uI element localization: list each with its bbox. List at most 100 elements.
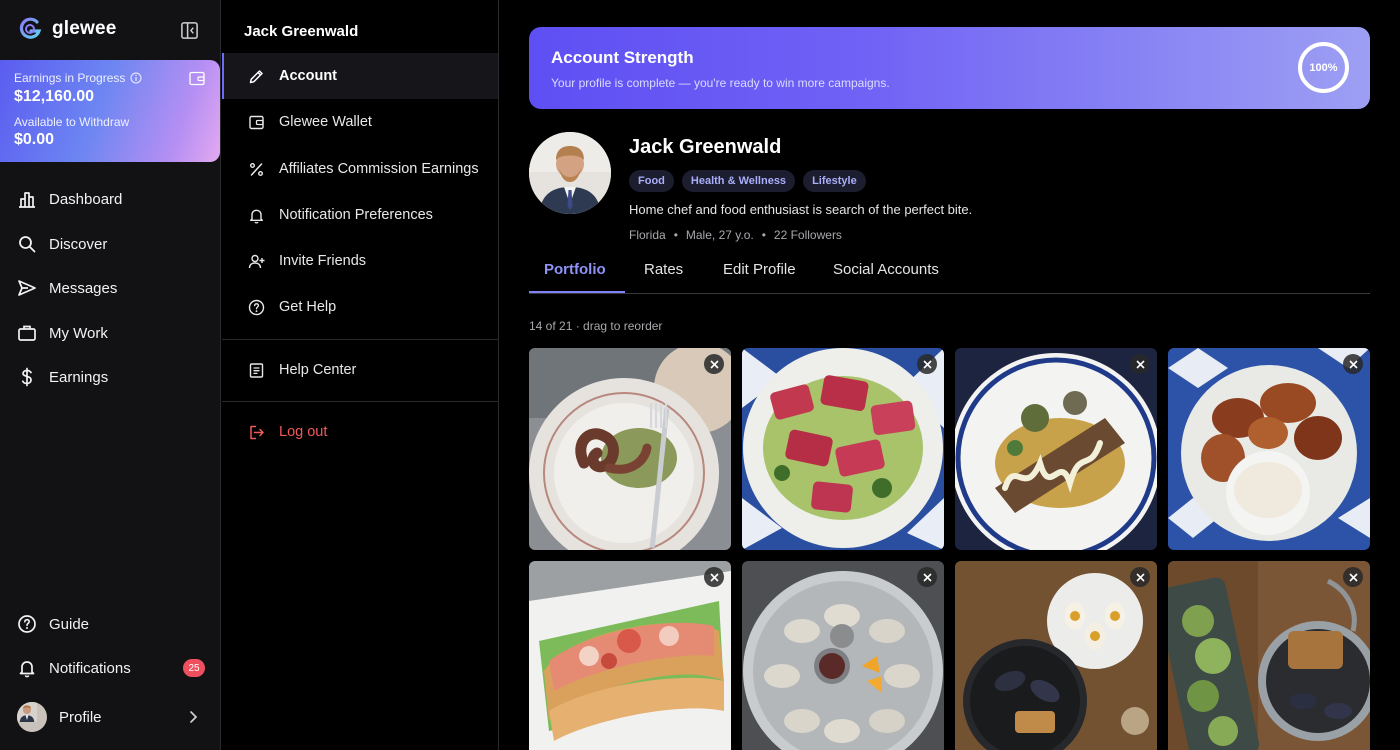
close-icon [922,359,932,369]
profile-bio: Home chef and food enthusiast is search … [629,202,973,217]
glewee-logo-icon [19,17,42,39]
tag-lifestyle: Lifestyle [803,170,866,192]
profile-tabs: Portfolio Rates Edit Profile Social Acco… [529,258,1370,294]
photo-lobster-roll [529,561,731,750]
available-to-withdraw-label: Available to Withdraw [14,115,130,129]
dollar-icon [21,367,32,387]
earnings-card[interactable]: Earnings in Progress $12,160.00 Availabl… [0,60,220,162]
portfolio-photo[interactable] [742,348,944,550]
portfolio-count: 14 of 21 · drag to reorder [529,319,663,333]
settings-item-glewee-wallet[interactable]: Glewee Wallet [222,99,498,145]
remove-photo-button[interactable] [1343,567,1363,587]
settings-label-affiliates-commission: Affiliates Commission Earnings [279,161,479,177]
avatar [17,702,47,732]
nav-item-discover[interactable]: Discover [17,232,107,256]
collapse-sidebar-icon[interactable] [180,21,199,40]
earnings-in-progress-label: Earnings in Progress [14,71,142,85]
remove-photo-button[interactable] [1130,567,1150,587]
remove-photo-button[interactable] [1343,354,1363,374]
photo-fish-with-sauce [955,348,1157,550]
logout-button[interactable]: Log out [222,409,498,455]
pencil-icon [249,69,263,83]
earnings-in-progress-value: $12,160.00 [14,88,95,105]
remove-photo-button[interactable] [704,567,724,587]
nav-item-dashboard[interactable]: Dashboard [17,187,122,211]
notifications-count-badge: 25 [183,659,205,677]
nav-item-earnings[interactable]: Earnings [17,365,108,389]
logout-icon [250,425,264,439]
photo-salad-and-mussels [1168,561,1370,750]
close-icon [1135,359,1145,369]
settings-item-help-center[interactable]: Help Center [222,347,498,393]
tab-portfolio[interactable]: Portfolio [544,261,606,278]
portfolio-photo[interactable] [742,561,944,750]
remove-photo-button[interactable] [1130,354,1150,374]
account-strength-banner: Account Strength Your profile is complet… [529,27,1370,109]
nav-item-my-work[interactable]: My Work [17,321,108,345]
remove-photo-button[interactable] [704,354,724,374]
wallet-icon [249,115,264,129]
settings-item-get-help[interactable]: Get Help [222,284,498,330]
portfolio-photo[interactable] [955,348,1157,550]
account-strength-progress-ring: 100% [1298,42,1349,93]
bar-chart-icon [19,192,35,208]
avatar-image [17,702,37,722]
percent-icon [250,162,263,176]
nav-label-my-work: My Work [49,324,108,342]
nav-item-profile[interactable]: Profile [17,702,102,732]
photo-tuna-crudo [742,348,944,550]
settings-title: Jack Greenwald [244,23,359,40]
profile-followers: 22 Followers [773,228,842,242]
bell-icon [19,661,35,678]
remove-photo-button[interactable] [917,567,937,587]
close-icon [1348,359,1358,369]
settings-label-notification-preferences: Notification Preferences [279,207,433,223]
settings-label-invite-friends: Invite Friends [279,253,367,269]
portfolio-photo[interactable] [1168,561,1370,750]
wallet-icon[interactable] [189,71,205,86]
settings-divider [222,339,498,340]
portfolio-photo[interactable] [529,348,731,550]
tag-food: Food [629,170,674,192]
tab-social-accounts[interactable]: Social Accounts [833,261,939,278]
tab-rates[interactable]: Rates [644,261,683,278]
brand-name: glewee [52,18,117,39]
settings-label-glewee-wallet: Glewee Wallet [279,114,372,130]
nav-item-messages[interactable]: Messages [17,276,117,300]
close-icon [922,572,932,582]
settings-item-account[interactable]: Account [222,53,498,99]
left-sidebar: glewee Earnings in Progress $12,160.00 A… [0,0,221,750]
meta-separator: • [673,228,678,242]
nav-label-notifications: Notifications [49,659,131,677]
nav-label-discover: Discover [49,235,108,253]
user-plus-icon [248,254,265,268]
settings-label-account: Account [279,68,337,84]
nav-item-notifications[interactable]: Notifications [17,656,131,680]
portfolio-photo[interactable] [529,561,731,750]
document-icon [249,362,264,378]
brand[interactable]: glewee [17,16,117,42]
profile-photo [529,132,611,214]
settings-label-help-center: Help Center [279,362,357,378]
chevron-right-icon[interactable] [187,710,199,724]
profile-meta: Florida • Male, 27 y.o. • 22 Followers [629,228,842,242]
nav-label-earnings: Earnings [49,368,109,386]
info-icon[interactable] [130,72,142,84]
profile-avatar[interactable] [529,132,611,214]
settings-item-invite-friends[interactable]: Invite Friends [222,238,498,284]
portfolio-photo[interactable] [955,561,1157,750]
bell-icon [250,209,263,224]
tab-edit-profile[interactable]: Edit Profile [723,261,796,278]
account-strength-title: Account Strength [551,48,694,67]
nav-label-profile: Profile [59,708,102,726]
nav-item-guide[interactable]: Guide [17,612,89,636]
profile-location: Florida [629,228,666,242]
photo-mussels-and-eggs [955,561,1157,750]
meta-separator: • [761,228,766,242]
settings-item-affiliates-commission[interactable]: Affiliates Commission Earnings [222,146,498,192]
logout-label: Log out [279,424,328,440]
account-strength-subtitle: Your profile is complete — you're ready … [551,76,890,90]
settings-item-notification-preferences[interactable]: Notification Preferences [222,192,498,238]
portfolio-photo[interactable] [1168,348,1370,550]
remove-photo-button[interactable] [917,354,937,374]
